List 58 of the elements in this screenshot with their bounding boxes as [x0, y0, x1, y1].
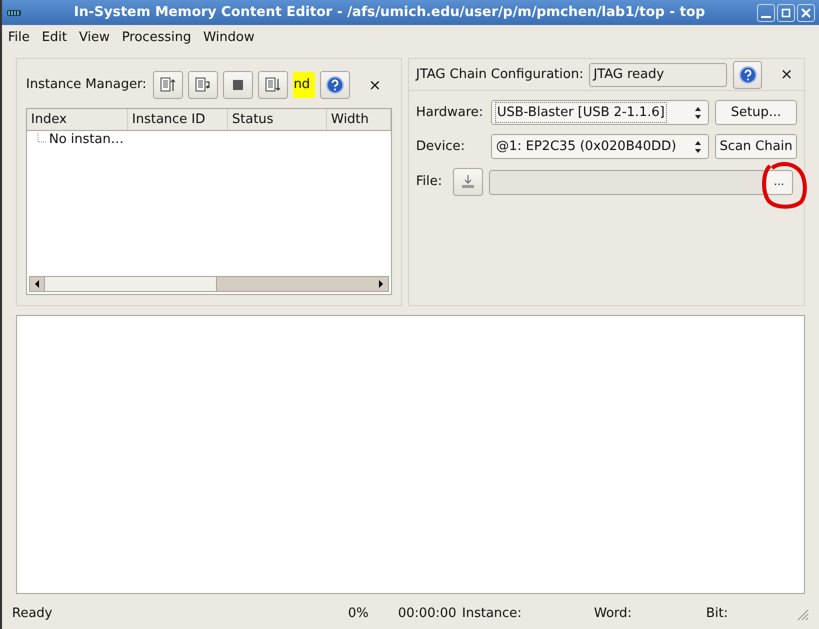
menu-item[interactable]: Processing [122, 28, 192, 48]
close-button[interactable] [797, 4, 815, 22]
highlighted-label: nd [292, 72, 315, 98]
minimize-icon [761, 16, 771, 18]
spinner-arrows-icon [694, 106, 702, 120]
continuous-read-button[interactable] [188, 71, 218, 99]
stop-icon [232, 80, 243, 90]
close-icon [801, 8, 811, 18]
hardware-dropdown[interactable]: USB-Blaster [USB 2-1.1.6] [491, 100, 709, 125]
device-dropdown[interactable]: @1: EP2C35 (0x020B40DD) [491, 134, 709, 159]
field-label: File: [416, 173, 444, 192]
menu-item[interactable]: Edit [42, 28, 67, 48]
spinner-arrows-icon [694, 140, 702, 154]
tree-item[interactable]: No instan… [49, 130, 124, 150]
setup-button[interactable]: Setup... [715, 100, 797, 125]
column-header[interactable]: Status [228, 109, 327, 130]
minimize-button[interactable] [757, 4, 775, 22]
field-label: Device: [416, 138, 466, 156]
resize-grip-icon [795, 607, 809, 621]
bit-label: Bit: [706, 605, 728, 624]
column-header[interactable]: Instance ID [128, 109, 228, 130]
panel-label: Instance Manager: [26, 76, 147, 94]
document-up-icon [158, 77, 177, 93]
maximize-button[interactable] [777, 4, 795, 22]
close-button[interactable]: × [364, 74, 386, 96]
scrollbar-thumb[interactable] [44, 277, 217, 291]
document-side-icon [194, 77, 212, 93]
field-label: Hardware: [416, 104, 484, 122]
help-icon [738, 66, 757, 84]
help-icon [326, 76, 344, 94]
menu-item[interactable]: File [8, 28, 30, 48]
program-button[interactable] [453, 168, 483, 196]
window-title: In-System Memory Content Editor - /afs/umich.edu/user/p/m/pmchen/lab1/top - top [72, 3, 706, 22]
document-down-icon [264, 77, 282, 93]
elapsed-time: 00:00:00 [398, 605, 458, 624]
panel-label: JTAG Chain Configuration: [416, 66, 584, 84]
progress-text: 0% [348, 605, 370, 624]
read-button[interactable] [152, 71, 183, 99]
column-header[interactable]: Width [327, 109, 391, 130]
word-label: Word: [594, 605, 633, 624]
maximize-icon [781, 8, 791, 18]
column-header[interactable]: Index [27, 109, 128, 130]
instance-label: Instance: [462, 605, 523, 624]
menu-item[interactable]: View [78, 28, 110, 48]
browse-button[interactable]: ... [765, 170, 793, 194]
write-button[interactable] [258, 71, 288, 99]
download-icon [460, 174, 476, 190]
memory-chip-icon [6, 8, 22, 18]
file-field[interactable] [489, 170, 765, 194]
stop-button[interactable] [222, 71, 253, 99]
scan-chain-button[interactable]: Scan Chain [715, 134, 797, 159]
close-button[interactable]: × [776, 63, 797, 86]
status-message: Ready [12, 605, 54, 624]
status-field: JTAG ready [589, 62, 727, 86]
menu-item[interactable]: Window [203, 28, 254, 48]
help-button[interactable] [732, 60, 762, 88]
horizontal-scrollbar[interactable] [29, 276, 389, 292]
help-button[interactable] [320, 71, 350, 99]
